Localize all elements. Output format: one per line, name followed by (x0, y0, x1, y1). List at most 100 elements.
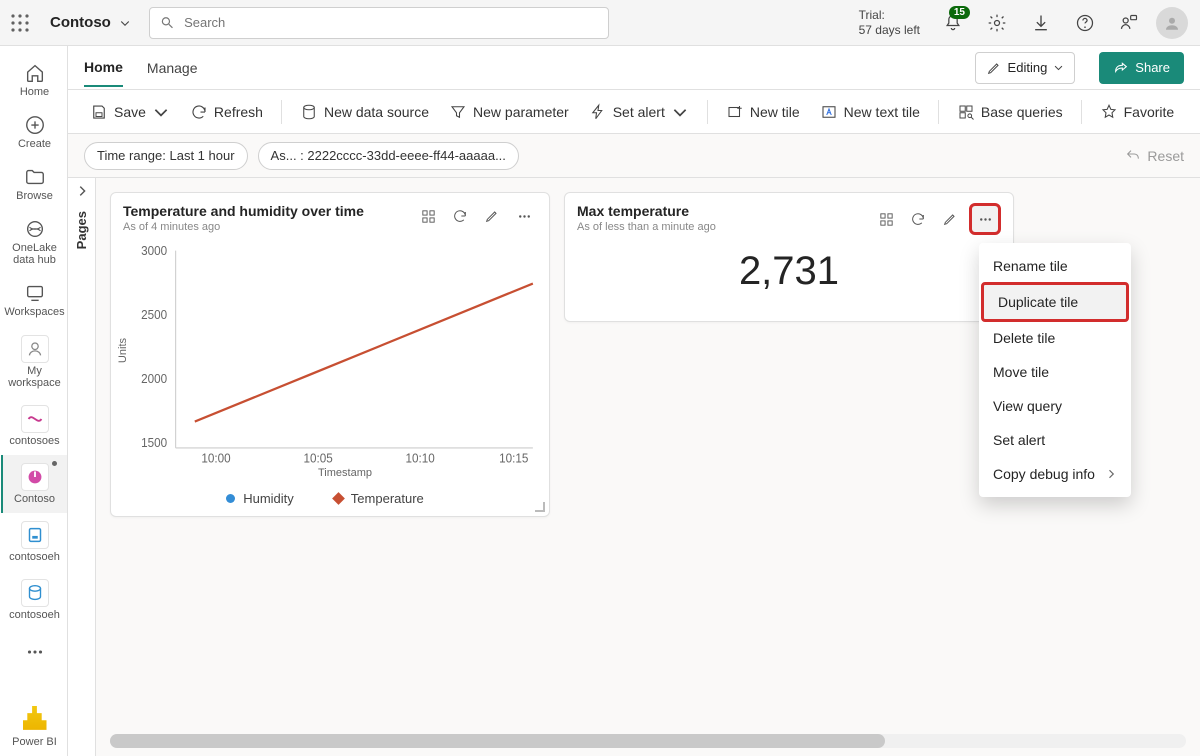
rail-powerbi[interactable]: Power BI (1, 698, 67, 756)
y-axis-label: Units (115, 338, 131, 363)
avatar[interactable] (1156, 7, 1188, 39)
powerbi-icon (23, 706, 47, 730)
refresh-button[interactable]: Refresh (184, 99, 269, 125)
text-tile-icon (820, 103, 838, 121)
new-text-tile-button[interactable]: New text tile (814, 99, 926, 125)
horizontal-scrollbar[interactable] (110, 734, 1186, 748)
filter-icon (449, 103, 467, 121)
new-data-source-button[interactable]: New data source (294, 99, 435, 125)
ctx-move-tile[interactable]: Move tile (979, 355, 1131, 389)
kql-db-icon (21, 579, 49, 607)
left-nav-rail: Home Create Browse OneLake data hub Work… (0, 46, 68, 756)
ctx-set-alert[interactable]: Set alert (979, 423, 1131, 457)
rail-create[interactable]: Create (1, 106, 67, 158)
save-icon (90, 103, 108, 121)
plot-svg: 3000 2500 2000 1500 10:00 (131, 237, 535, 465)
reset-button[interactable]: Reset (1125, 148, 1184, 164)
ctx-delete-tile[interactable]: Delete tile (979, 321, 1131, 355)
ctx-view-query[interactable]: View query (979, 389, 1131, 423)
rail-contosoes[interactable]: contosoes (1, 397, 67, 455)
refresh-icon (190, 103, 208, 121)
search-icon (160, 15, 174, 30)
grid-icon (878, 211, 895, 228)
more-horizontal-icon (24, 641, 46, 663)
base-queries-button[interactable]: Base queries (951, 99, 1069, 125)
workspaces-icon (24, 282, 46, 304)
rail-contoso-dashboard[interactable]: Contoso (1, 455, 67, 513)
pages-label: Pages (74, 211, 89, 249)
eventstream-icon (21, 405, 49, 433)
workspace-square-icon (21, 335, 49, 363)
svg-text:2500: 2500 (141, 308, 167, 322)
dashboard-icon (21, 463, 49, 491)
notification-badge: 15 (949, 6, 970, 19)
tile-max-temperature[interactable]: Max temperature As of less than a minute… (564, 192, 1014, 322)
dashboard-canvas[interactable]: Temperature and humidity over time As of… (96, 178, 1200, 756)
share-icon (1113, 60, 1129, 76)
chevron-down-icon (1053, 62, 1064, 73)
tile-title: Temperature and humidity over time (123, 203, 364, 219)
tab-manage[interactable]: Manage (147, 50, 198, 86)
tile-explore-button[interactable] (873, 206, 899, 232)
parameter-pill[interactable]: As... : 2222cccc-33dd-eeee-ff44-aaaaa... (258, 142, 519, 170)
search-input[interactable] (149, 7, 609, 39)
pages-expand-button[interactable] (75, 184, 89, 201)
eventhouse-icon (21, 521, 49, 549)
svg-text:3000: 3000 (141, 244, 167, 258)
save-button[interactable]: Save (84, 99, 176, 125)
set-alert-button[interactable]: Set alert (583, 99, 695, 125)
rail-more[interactable] (1, 629, 67, 675)
ctx-copy-debug-info[interactable]: Copy debug info (979, 457, 1131, 491)
tile-edit-button[interactable] (937, 206, 963, 232)
tile-more-button[interactable] (969, 203, 1001, 235)
app-launcher-icon[interactable] (8, 11, 32, 35)
settings-button[interactable] (980, 6, 1014, 40)
resize-handle[interactable] (535, 502, 545, 512)
editing-mode-button[interactable]: Editing (975, 52, 1076, 84)
search-field[interactable] (182, 14, 598, 31)
ctx-rename-tile[interactable]: Rename tile (979, 249, 1131, 283)
share-button[interactable]: Share (1099, 52, 1184, 84)
rail-contosoeh-1[interactable]: contosoeh (1, 513, 67, 571)
rail-onelake[interactable]: OneLake data hub (1, 210, 67, 274)
feedback-button[interactable] (1112, 6, 1146, 40)
new-parameter-button[interactable]: New parameter (443, 99, 575, 125)
notifications-button[interactable]: 15 (936, 6, 970, 40)
legend-humidity: Humidity (226, 491, 294, 506)
tab-home[interactable]: Home (84, 49, 123, 87)
queries-icon (957, 103, 975, 121)
tile-edit-button[interactable] (479, 203, 505, 229)
chevron-right-icon (75, 184, 89, 198)
more-horizontal-icon (516, 208, 533, 225)
tile-refresh-button[interactable] (447, 203, 473, 229)
tile-explore-button[interactable] (415, 203, 441, 229)
pages-rail: Pages (68, 178, 96, 756)
workspace-picker[interactable]: Contoso (42, 8, 139, 37)
svg-text:1500: 1500 (141, 435, 167, 449)
rail-contosoeh-2[interactable]: contosoeh (1, 571, 67, 629)
more-horizontal-icon (977, 211, 994, 228)
pencil-icon (484, 208, 500, 224)
scrollbar-thumb[interactable] (110, 734, 885, 748)
favorite-button[interactable]: Favorite (1094, 99, 1181, 125)
download-button[interactable] (1024, 6, 1058, 40)
rail-my-workspace[interactable]: My workspace (1, 327, 67, 397)
tile-refresh-button[interactable] (905, 206, 931, 232)
refresh-icon (910, 211, 926, 227)
tile-title: Max temperature (577, 203, 716, 219)
new-tile-button[interactable]: New tile (720, 99, 806, 125)
help-button[interactable] (1068, 6, 1102, 40)
tile-temperature-humidity[interactable]: Temperature and humidity over time As of… (110, 192, 550, 517)
ctx-duplicate-tile[interactable]: Duplicate tile (981, 282, 1129, 322)
tile-subtitle: As of less than a minute ago (577, 221, 716, 233)
tile-more-button[interactable] (511, 203, 537, 229)
rail-browse[interactable]: Browse (1, 158, 67, 210)
rail-workspaces[interactable]: Workspaces (1, 274, 67, 326)
x-axis-label: Timestamp (115, 465, 535, 485)
help-icon (1075, 13, 1095, 33)
time-range-pill[interactable]: Time range: Last 1 hour (84, 142, 248, 170)
undo-icon (1125, 148, 1141, 164)
chart-legend: Humidity Temperature (115, 485, 535, 516)
rail-home[interactable]: Home (1, 54, 67, 106)
refresh-icon (452, 208, 468, 224)
